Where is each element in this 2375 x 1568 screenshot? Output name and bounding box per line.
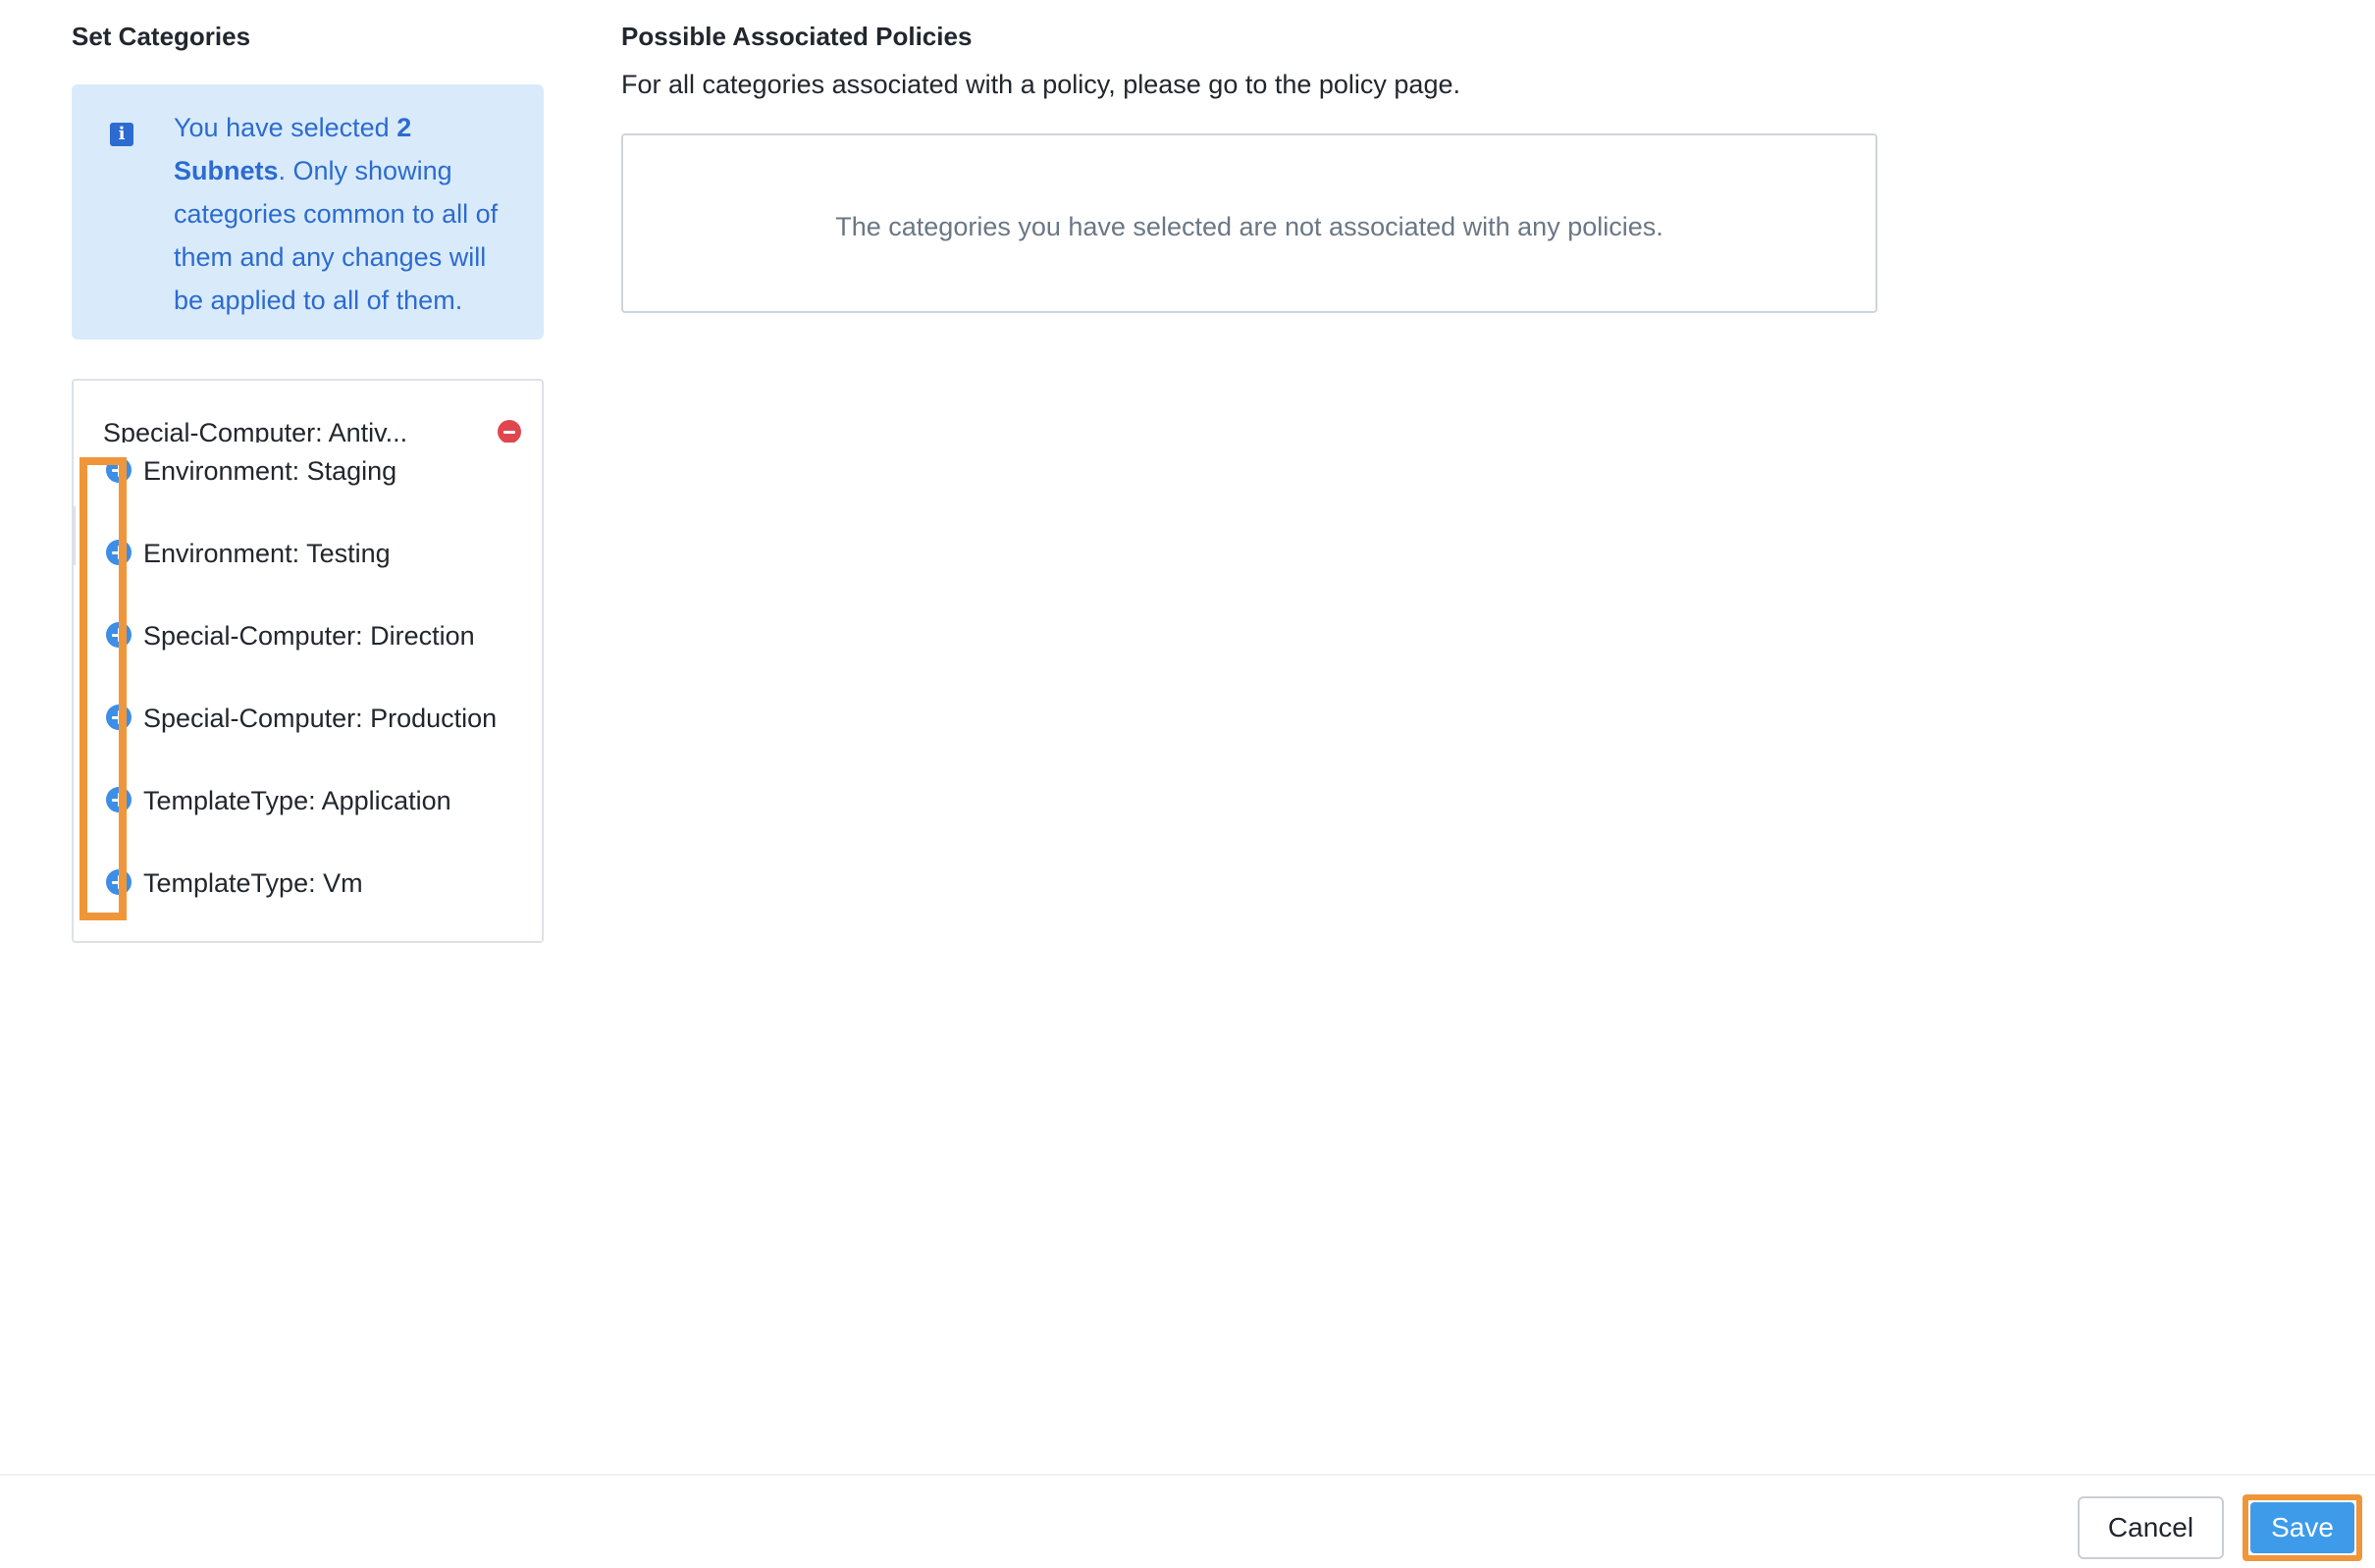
selection-info-banner: i You have selected 2 Subnets. Only show…: [72, 84, 544, 340]
category-option-label: Special-Computer: Direction: [143, 621, 475, 651]
category-option-label: Special-Computer: Production: [143, 704, 498, 733]
category-option-environment-testing[interactable]: Environment: Testing: [79, 525, 542, 584]
category-option-environment-staging[interactable]: Environment: Staging: [79, 443, 542, 501]
panel-border-stub: [74, 506, 76, 565]
category-option-templatetype-application[interactable]: TemplateType: Application: [79, 772, 542, 831]
footer-divider: [0, 1474, 2375, 1476]
add-icon[interactable]: [106, 787, 132, 812]
save-button-highlight: Save: [2243, 1494, 2362, 1561]
add-icon[interactable]: [106, 457, 132, 483]
cancel-button[interactable]: Cancel: [2078, 1496, 2224, 1559]
add-icon[interactable]: [106, 540, 132, 565]
category-options-dropdown: Environment: Staging Environment: Testin…: [79, 443, 542, 941]
category-option-label: Environment: Testing: [143, 539, 391, 568]
associated-policies-box: The categories you have selected are not…: [621, 133, 1877, 313]
associated-policies-title: Possible Associated Policies: [621, 22, 973, 51]
category-option-label: TemplateType: Vm: [143, 868, 363, 898]
category-option-special-computer-direction[interactable]: Special-Computer: Direction: [79, 607, 542, 666]
selection-info-text: You have selected 2 Subnets. Only showin…: [174, 106, 517, 322]
category-option-special-computer-production[interactable]: Special-Computer: Production: [79, 690, 542, 749]
info-icon: i: [110, 123, 133, 146]
category-option-label: Environment: Staging: [143, 456, 397, 486]
category-panel: Special-Computer: Antiv... Environment: …: [72, 379, 544, 943]
associated-policies-description: For all categories associated with a pol…: [621, 70, 1460, 99]
add-icon[interactable]: [106, 622, 132, 648]
selected-category-row: Special-Computer: Antiv...: [74, 381, 542, 447]
category-option-label: TemplateType: Application: [143, 786, 451, 815]
save-button[interactable]: Save: [2250, 1502, 2354, 1553]
add-icon[interactable]: [106, 705, 132, 730]
category-option-templatetype-vm[interactable]: TemplateType: Vm: [79, 855, 542, 914]
set-categories-title: Set Categories: [72, 22, 251, 51]
add-icon[interactable]: [106, 869, 132, 895]
remove-icon[interactable]: [498, 420, 521, 444]
policies-empty-message: The categories you have selected are not…: [835, 212, 1663, 241]
info-prefix: You have selected: [174, 113, 397, 142]
